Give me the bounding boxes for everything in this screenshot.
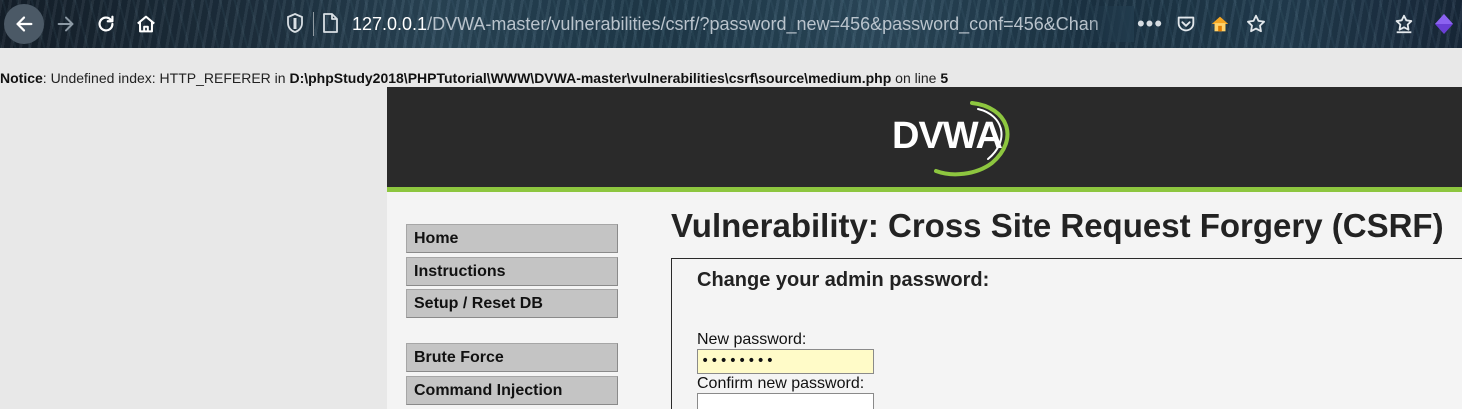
pocket-icon[interactable]: [1172, 10, 1200, 38]
logo-text: DVWA: [892, 115, 1003, 157]
menu-item-home[interactable]: Home: [406, 224, 618, 253]
notice-label: Notice: [0, 70, 43, 86]
page-icon[interactable]: [321, 12, 339, 34]
reload-button[interactable]: [86, 4, 126, 44]
form-heading: Change your admin password:: [697, 269, 990, 291]
notice-line-text: on line: [891, 70, 941, 86]
url-text[interactable]: 127.0.0.1/DVWA-master/vulnerabilities/cs…: [352, 12, 1132, 36]
url-bar[interactable]: 127.0.0.1/DVWA-master/vulnerabilities/cs…: [282, 0, 1142, 48]
notice-path: D:\phpStudy2018\PHPTutorial\WWW\DVWA-mas…: [289, 70, 892, 86]
menu-item-instructions[interactable]: Instructions: [406, 257, 618, 286]
confirm-password-input[interactable]: [697, 393, 874, 409]
star-icon[interactable]: [1242, 10, 1270, 38]
url-separator: [313, 12, 314, 36]
page-actions-more-icon[interactable]: •••: [1136, 10, 1164, 38]
extension-icon[interactable]: [1430, 10, 1458, 38]
home-icon: [137, 15, 155, 33]
arrow-right-icon: [57, 16, 74, 32]
homebase-icon[interactable]: [1206, 10, 1234, 38]
arrow-left-icon: [16, 16, 33, 32]
url-path: /DVWA-master/vulnerabilities/csrf/?passw…: [427, 14, 1099, 34]
new-password-input[interactable]: ••••••••: [697, 349, 874, 374]
reload-icon: [98, 15, 114, 32]
new-password-label: New password:: [697, 331, 807, 348]
confirm-password-label: Confirm new password:: [697, 375, 865, 392]
php-notice: Notice: Undefined index: HTTP_REFERER in…: [0, 69, 948, 87]
forward-button[interactable]: [46, 4, 86, 44]
browser-toolbar: 127.0.0.1/DVWA-master/vulnerabilities/cs…: [0, 0, 1462, 48]
menu-item-command-injection[interactable]: Command Injection: [406, 376, 618, 405]
back-button[interactable]: [4, 4, 44, 44]
url-fade: [1084, 6, 1134, 42]
url-host: 127.0.0.1: [352, 14, 428, 34]
menu-item-setup-reset-db[interactable]: Setup / Reset DB: [406, 289, 618, 318]
notice-line-number: 5: [940, 70, 949, 86]
dvwa-logo[interactable]: DVWA: [880, 97, 1020, 177]
shield-icon[interactable]: [285, 12, 305, 34]
bookmarks-icon[interactable]: [1390, 10, 1418, 38]
notice-message: : Undefined index: HTTP_REFERER in: [42, 70, 290, 86]
menu-item-brute-force[interactable]: Brute Force: [406, 343, 618, 372]
home-button[interactable]: [126, 4, 166, 44]
page-title: Vulnerability: Cross Site Request Forger…: [671, 207, 1444, 244]
